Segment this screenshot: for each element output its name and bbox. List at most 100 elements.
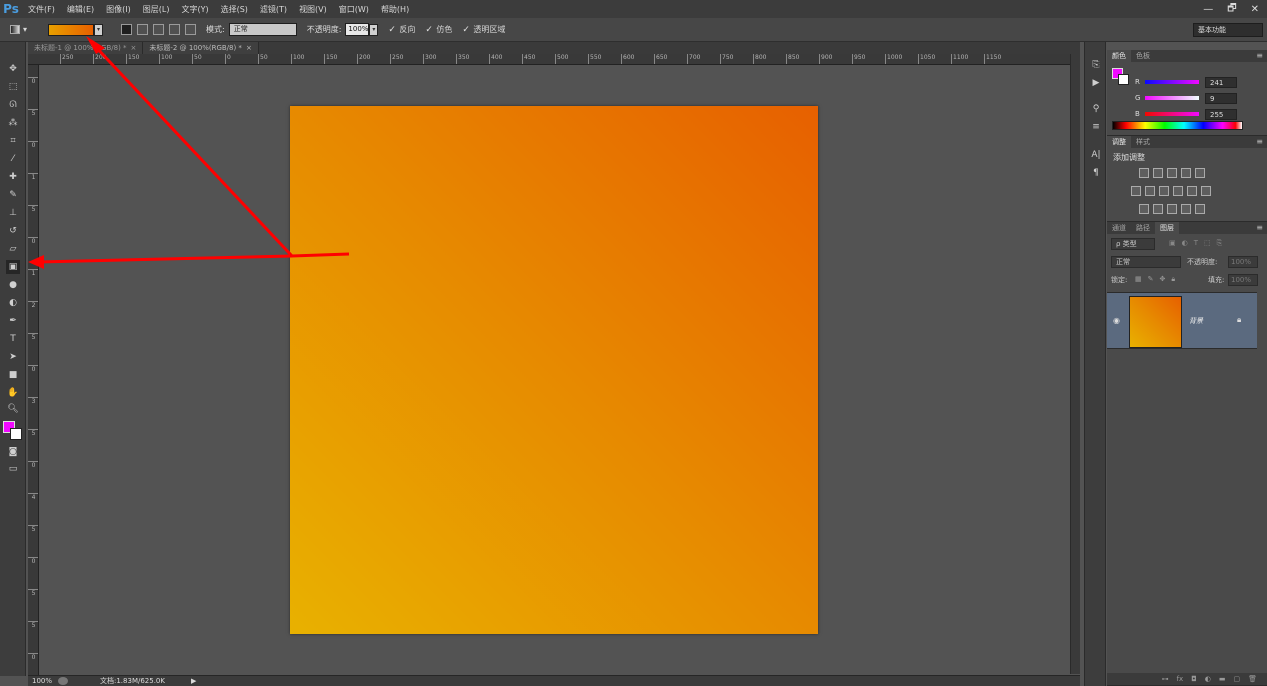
invert-icon[interactable] xyxy=(1139,204,1149,214)
character-panel-icon[interactable]: A| xyxy=(1089,148,1103,162)
history-panel-icon[interactable]: ⎘ xyxy=(1089,58,1103,72)
gradient-editor-swatch[interactable] xyxy=(48,23,94,36)
history-brush-tool-icon[interactable]: ↺ xyxy=(6,224,20,238)
path-selection-tool-icon[interactable]: ➤ xyxy=(6,350,20,364)
menu-help[interactable]: 帮助(H) xyxy=(375,4,415,15)
green-slider[interactable] xyxy=(1145,96,1199,100)
move-tool-icon[interactable]: ✥ xyxy=(6,62,20,76)
lock-position-icon[interactable]: ✥ xyxy=(1160,275,1166,284)
restore-button[interactable]: 🗗 xyxy=(1227,1,1236,18)
lock-transparent-icon[interactable]: ▦ xyxy=(1135,275,1142,284)
magic-wand-tool-icon[interactable]: ⁂ xyxy=(6,116,20,130)
tab-paths[interactable]: 路径 xyxy=(1131,222,1155,234)
actions-panel-icon[interactable]: ▶ xyxy=(1089,76,1103,90)
reflected-gradient-button[interactable] xyxy=(169,24,180,35)
blur-tool-icon[interactable]: ● xyxy=(6,278,20,292)
add-mask-icon[interactable]: ◘ xyxy=(1191,675,1197,683)
tab-channels[interactable]: 通道 xyxy=(1107,222,1131,234)
red-slider[interactable] xyxy=(1145,80,1199,84)
smart-object-filter-icon[interactable]: ⎘ xyxy=(1217,239,1223,248)
lock-paint-icon[interactable]: ✎ xyxy=(1148,275,1154,284)
shape-filter-icon[interactable]: ⬚ xyxy=(1204,239,1211,248)
delete-layer-icon[interactable]: 🗑︎ xyxy=(1248,675,1257,683)
background-color-swatch[interactable] xyxy=(10,428,22,440)
channel-mixer-icon[interactable] xyxy=(1187,186,1197,196)
diamond-gradient-button[interactable] xyxy=(185,24,196,35)
close-icon[interactable]: × xyxy=(131,44,137,52)
menu-file[interactable]: 文件(F) xyxy=(22,4,61,15)
panel-menu-icon[interactable]: ≡ xyxy=(1256,223,1263,232)
tab-document-2[interactable]: 未标题-2 @ 100%(RGB/8) * × xyxy=(143,42,259,54)
zoom-tool-icon[interactable]: 🔍︎ xyxy=(6,402,20,416)
brightness-icon[interactable] xyxy=(1139,168,1149,178)
paragraph-panel-icon[interactable]: ¶ xyxy=(1089,166,1103,180)
tool-preset-picker[interactable]: ▾ xyxy=(10,22,38,38)
panel-menu-icon[interactable]: ≡ xyxy=(1256,137,1263,146)
brush-tool-icon[interactable]: ✎ xyxy=(6,188,20,202)
layer-style-icon[interactable]: fx xyxy=(1177,675,1184,683)
background-color-swatch[interactable] xyxy=(1118,74,1129,85)
layer-opacity-input[interactable]: 100% xyxy=(1228,256,1258,268)
healing-brush-tool-icon[interactable]: ✚ xyxy=(6,170,20,184)
opacity-input[interactable]: 100% xyxy=(345,23,370,36)
new-adjustment-icon[interactable]: ◐ xyxy=(1205,675,1211,683)
vertical-scrollbar[interactable] xyxy=(1070,54,1080,674)
workspace-select[interactable]: 基本功能 xyxy=(1193,23,1263,37)
tab-adjustments[interactable]: 调整 xyxy=(1107,136,1131,148)
selective-color-icon[interactable] xyxy=(1195,204,1205,214)
rectangle-tool-icon[interactable]: ■ xyxy=(6,368,20,382)
eyedropper-tool-icon[interactable]: ⁄ xyxy=(6,152,20,166)
hue-saturation-icon[interactable] xyxy=(1131,186,1141,196)
mode-select[interactable]: 正常 xyxy=(228,23,297,36)
eraser-tool-icon[interactable]: ▱ xyxy=(6,242,20,256)
tab-swatches[interactable]: 色板 xyxy=(1131,50,1155,62)
photo-filter-icon[interactable] xyxy=(1173,186,1183,196)
color-balance-icon[interactable] xyxy=(1145,186,1155,196)
fill-input[interactable]: 100% xyxy=(1228,274,1258,286)
gradient-map-icon[interactable] xyxy=(1181,204,1191,214)
blend-mode-select[interactable]: 正常 xyxy=(1111,256,1181,268)
dither-checkbox[interactable]: ✓ 仿色 xyxy=(425,24,452,35)
minimize-button[interactable]: — xyxy=(1203,4,1213,15)
tool-presets-icon[interactable]: ⚲ xyxy=(1089,102,1103,116)
black-white-icon[interactable] xyxy=(1159,186,1169,196)
opacity-dropdown[interactable]: ▾ xyxy=(369,23,379,36)
quick-mask-icon[interactable]: ◙ xyxy=(6,445,20,459)
tab-styles[interactable]: 样式 xyxy=(1131,136,1155,148)
crop-tool-icon[interactable]: ⌗ xyxy=(6,134,20,148)
levels-icon[interactable] xyxy=(1153,168,1163,178)
color-lookup-icon[interactable] xyxy=(1201,186,1211,196)
dodge-tool-icon[interactable]: ◐ xyxy=(6,296,20,310)
menu-select[interactable]: 选择(S) xyxy=(215,4,254,15)
close-icon[interactable]: × xyxy=(246,44,252,52)
panel-menu-icon[interactable]: ≡ xyxy=(1256,51,1263,60)
hand-tool-icon[interactable]: ✋ xyxy=(6,386,20,400)
menu-image[interactable]: 图像(I) xyxy=(100,4,137,15)
status-menu-arrow[interactable]: ▶ xyxy=(191,677,196,685)
clone-stamp-tool-icon[interactable]: ⊥ xyxy=(6,206,20,220)
gradient-picker-dropdown[interactable]: ▾ xyxy=(94,23,103,36)
type-filter-icon[interactable]: T xyxy=(1194,239,1198,248)
menu-filter[interactable]: 滤镜(T) xyxy=(254,4,293,15)
green-value-input[interactable]: 9 xyxy=(1205,92,1237,104)
close-button[interactable]: ✕ xyxy=(1251,4,1259,15)
exposure-icon[interactable] xyxy=(1181,168,1191,178)
layer-row-background[interactable]: ◉ 背景 🔒︎ xyxy=(1107,292,1257,349)
reverse-checkbox[interactable]: ✓ 反向 xyxy=(388,24,415,35)
red-value-input[interactable]: 241 xyxy=(1205,76,1237,88)
adjustment-filter-icon[interactable]: ◐ xyxy=(1182,239,1188,248)
lasso-tool-icon[interactable]: ᘏ xyxy=(6,98,20,112)
menu-layer[interactable]: 图层(L) xyxy=(137,4,176,15)
transparency-checkbox[interactable]: ✓ 透明区域 xyxy=(462,24,505,35)
pen-tool-icon[interactable]: ✒ xyxy=(6,314,20,328)
tab-document-1[interactable]: 未标题-1 @ 100%(RGB/8) * × xyxy=(28,42,144,54)
radial-gradient-button[interactable] xyxy=(137,24,148,35)
blue-slider[interactable] xyxy=(1145,112,1199,116)
new-group-icon[interactable]: ▬ xyxy=(1219,675,1226,683)
menu-edit[interactable]: 编辑(E) xyxy=(61,4,100,15)
tab-layers[interactable]: 图层 xyxy=(1155,222,1179,234)
threshold-icon[interactable] xyxy=(1167,204,1177,214)
screen-mode-icon[interactable]: ▭ xyxy=(6,462,20,476)
layer-filter-select[interactable]: ρ 类型 xyxy=(1111,238,1155,250)
color-spectrum-bar[interactable] xyxy=(1112,121,1243,130)
